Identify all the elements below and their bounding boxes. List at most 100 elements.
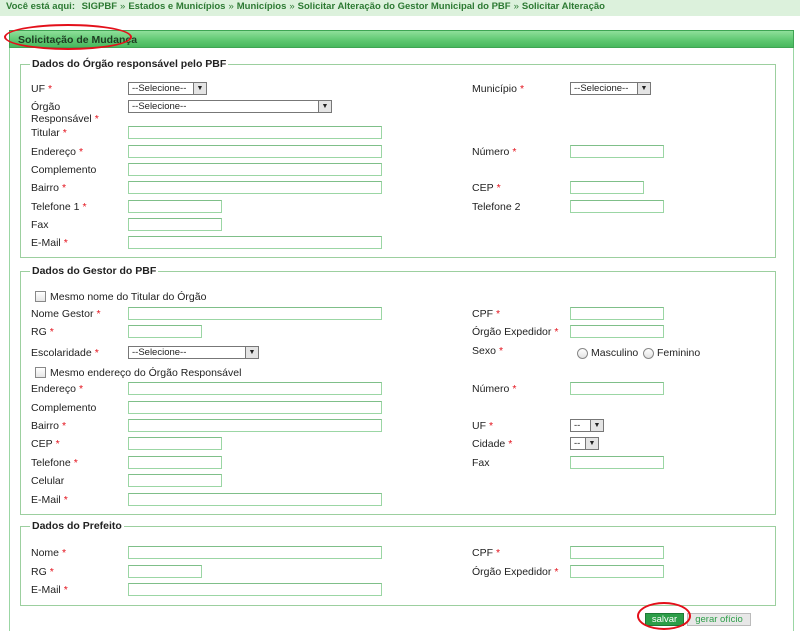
label-mesmo-endereco: Mesmo endereço do Órgão Responsável bbox=[50, 367, 242, 379]
breadcrumb-current: Solicitar Alteração bbox=[521, 1, 605, 12]
input-gestor-fax[interactable] bbox=[570, 456, 664, 469]
input-endereco[interactable] bbox=[128, 145, 382, 158]
label-prefeito-cpf: CPF * bbox=[472, 547, 501, 559]
label-gestor-numero: Número * bbox=[472, 383, 517, 395]
chevron-down-icon: ▼ bbox=[318, 101, 331, 112]
select-escolaridade[interactable]: --Selecione-- ▼ bbox=[128, 346, 259, 359]
breadcrumb-link-sigpbf[interactable]: SIGPBF bbox=[82, 1, 117, 12]
label-prefeito-rg: RG * bbox=[31, 566, 54, 578]
label-prefeito-nome: Nome * bbox=[31, 547, 67, 559]
input-telefone1[interactable] bbox=[128, 200, 222, 213]
input-bairro[interactable] bbox=[128, 181, 382, 194]
label-gestor-cidade: Cidade * bbox=[472, 438, 513, 450]
label-titular: Titular * bbox=[31, 127, 67, 139]
input-prefeito-rg[interactable] bbox=[128, 565, 202, 578]
input-gestor-cpf[interactable] bbox=[570, 307, 664, 320]
label-endereco: Endereço * bbox=[31, 146, 84, 158]
label-uf: UF * bbox=[31, 83, 53, 95]
input-prefeito-nome[interactable] bbox=[128, 546, 382, 559]
label-gestor-bairro: Bairro * bbox=[31, 420, 67, 432]
input-email[interactable] bbox=[128, 236, 382, 249]
input-gestor-bairro[interactable] bbox=[128, 419, 382, 432]
breadcrumb: Você está aqui: SIGPBF» Estados e Municíp… bbox=[0, 0, 800, 16]
chevron-down-icon: ▼ bbox=[193, 83, 206, 94]
label-fax: Fax bbox=[31, 219, 49, 231]
label-gestor-endereco: Endereço * bbox=[31, 383, 84, 395]
breadcrumb-link-solicitar-gestor[interactable]: Solicitar Alteração do Gestor Municipal … bbox=[298, 1, 511, 12]
breadcrumb-separator: » bbox=[513, 1, 519, 12]
breadcrumb-link-estados[interactable]: Estados e Municípios bbox=[128, 1, 225, 12]
breadcrumb-link-municipios[interactable]: Municípios bbox=[237, 1, 287, 12]
input-prefeito-orgao-expedidor[interactable] bbox=[570, 565, 664, 578]
radio-feminino[interactable] bbox=[643, 348, 654, 359]
label-prefeito-orgao-expedidor: Órgão Expedidor * bbox=[472, 566, 559, 578]
select-uf[interactable]: --Selecione-- ▼ bbox=[128, 82, 207, 95]
label-prefeito-email: E-Mail * bbox=[31, 584, 68, 596]
input-cep[interactable] bbox=[570, 181, 644, 194]
chevron-down-icon: ▼ bbox=[585, 438, 598, 449]
select-gestor-cidade[interactable]: -- ▼ bbox=[570, 437, 599, 450]
label-gestor-rg: RG * bbox=[31, 326, 54, 338]
select-municipio[interactable]: --Selecione-- ▼ bbox=[570, 82, 651, 95]
input-numero[interactable] bbox=[570, 145, 664, 158]
label-cep: CEP * bbox=[472, 182, 501, 194]
label-municipio: Município * bbox=[472, 83, 525, 95]
label-gestor-cpf: CPF * bbox=[472, 308, 501, 320]
input-fax[interactable] bbox=[128, 218, 222, 231]
label-gestor-cep: CEP * bbox=[31, 438, 60, 450]
input-gestor-telefone[interactable] bbox=[128, 456, 222, 469]
input-gestor-rg[interactable] bbox=[128, 325, 202, 338]
label-gestor-celular: Celular bbox=[31, 475, 65, 487]
breadcrumb-separator: » bbox=[289, 1, 295, 12]
chevron-down-icon: ▼ bbox=[637, 83, 650, 94]
gerar-oficio-button[interactable]: gerar ofício bbox=[687, 613, 751, 626]
label-orgao-responsavel: Órgão Responsável * bbox=[31, 101, 99, 125]
input-gestor-cep[interactable] bbox=[128, 437, 222, 450]
fieldset-prefeito-legend: Dados do Prefeito bbox=[32, 520, 122, 532]
annotation-circle-title bbox=[4, 24, 132, 50]
input-gestor-endereco[interactable] bbox=[128, 382, 382, 395]
checkbox-mesmo-nome[interactable] bbox=[35, 291, 46, 302]
label-sexo: Sexo * bbox=[472, 345, 504, 357]
label-bairro: Bairro * bbox=[31, 182, 67, 194]
input-titular[interactable] bbox=[128, 126, 382, 139]
fieldset-gestor-legend: Dados do Gestor do PBF bbox=[32, 265, 157, 277]
label-telefone2: Telefone 2 bbox=[472, 201, 521, 213]
input-gestor-complemento[interactable] bbox=[128, 401, 382, 414]
label-escolaridade: Escolaridade * bbox=[31, 347, 99, 359]
label-complemento: Complemento bbox=[31, 164, 97, 176]
chevron-down-icon: ▼ bbox=[245, 347, 258, 358]
label-gestor-email: E-Mail * bbox=[31, 494, 68, 506]
label-masculino: Masculino bbox=[591, 347, 639, 359]
checkbox-mesmo-endereco[interactable] bbox=[35, 367, 46, 378]
input-gestor-numero[interactable] bbox=[570, 382, 664, 395]
label-email: E-Mail * bbox=[31, 237, 68, 249]
label-mesmo-nome: Mesmo nome do Titular do Órgão bbox=[50, 291, 207, 303]
label-gestor-uf: UF * bbox=[472, 420, 494, 432]
label-numero: Número * bbox=[472, 146, 517, 158]
input-telefone2[interactable] bbox=[570, 200, 664, 213]
input-nome-gestor[interactable] bbox=[128, 307, 382, 320]
input-gestor-celular[interactable] bbox=[128, 474, 222, 487]
input-complemento[interactable] bbox=[128, 163, 382, 176]
input-gestor-orgao-expedidor[interactable] bbox=[570, 325, 664, 338]
label-telefone1: Telefone 1 * bbox=[31, 201, 87, 213]
breadcrumb-separator: » bbox=[120, 1, 126, 12]
input-prefeito-email[interactable] bbox=[128, 583, 382, 596]
label-nome-gestor: Nome Gestor * bbox=[31, 308, 101, 320]
input-gestor-email[interactable] bbox=[128, 493, 382, 506]
annotation-circle-salvar bbox=[637, 602, 691, 630]
label-feminino: Feminino bbox=[657, 347, 701, 359]
label-gestor-telefone: Telefone * bbox=[31, 457, 78, 469]
input-prefeito-cpf[interactable] bbox=[570, 546, 664, 559]
fieldset-orgao-legend: Dados do Órgão responsável pelo PBF bbox=[32, 58, 227, 70]
chevron-down-icon: ▼ bbox=[590, 420, 603, 431]
select-gestor-uf[interactable]: -- ▼ bbox=[570, 419, 604, 432]
label-gestor-complemento: Complemento bbox=[31, 402, 97, 414]
breadcrumb-separator: » bbox=[228, 1, 234, 12]
label-gestor-fax: Fax bbox=[472, 457, 490, 469]
radio-masculino[interactable] bbox=[577, 348, 588, 359]
breadcrumb-lead: Você está aqui: bbox=[6, 1, 75, 12]
label-gestor-orgao-expedidor: Órgão Expedidor * bbox=[472, 326, 559, 338]
select-orgao-responsavel[interactable]: --Selecione-- ▼ bbox=[128, 100, 332, 113]
